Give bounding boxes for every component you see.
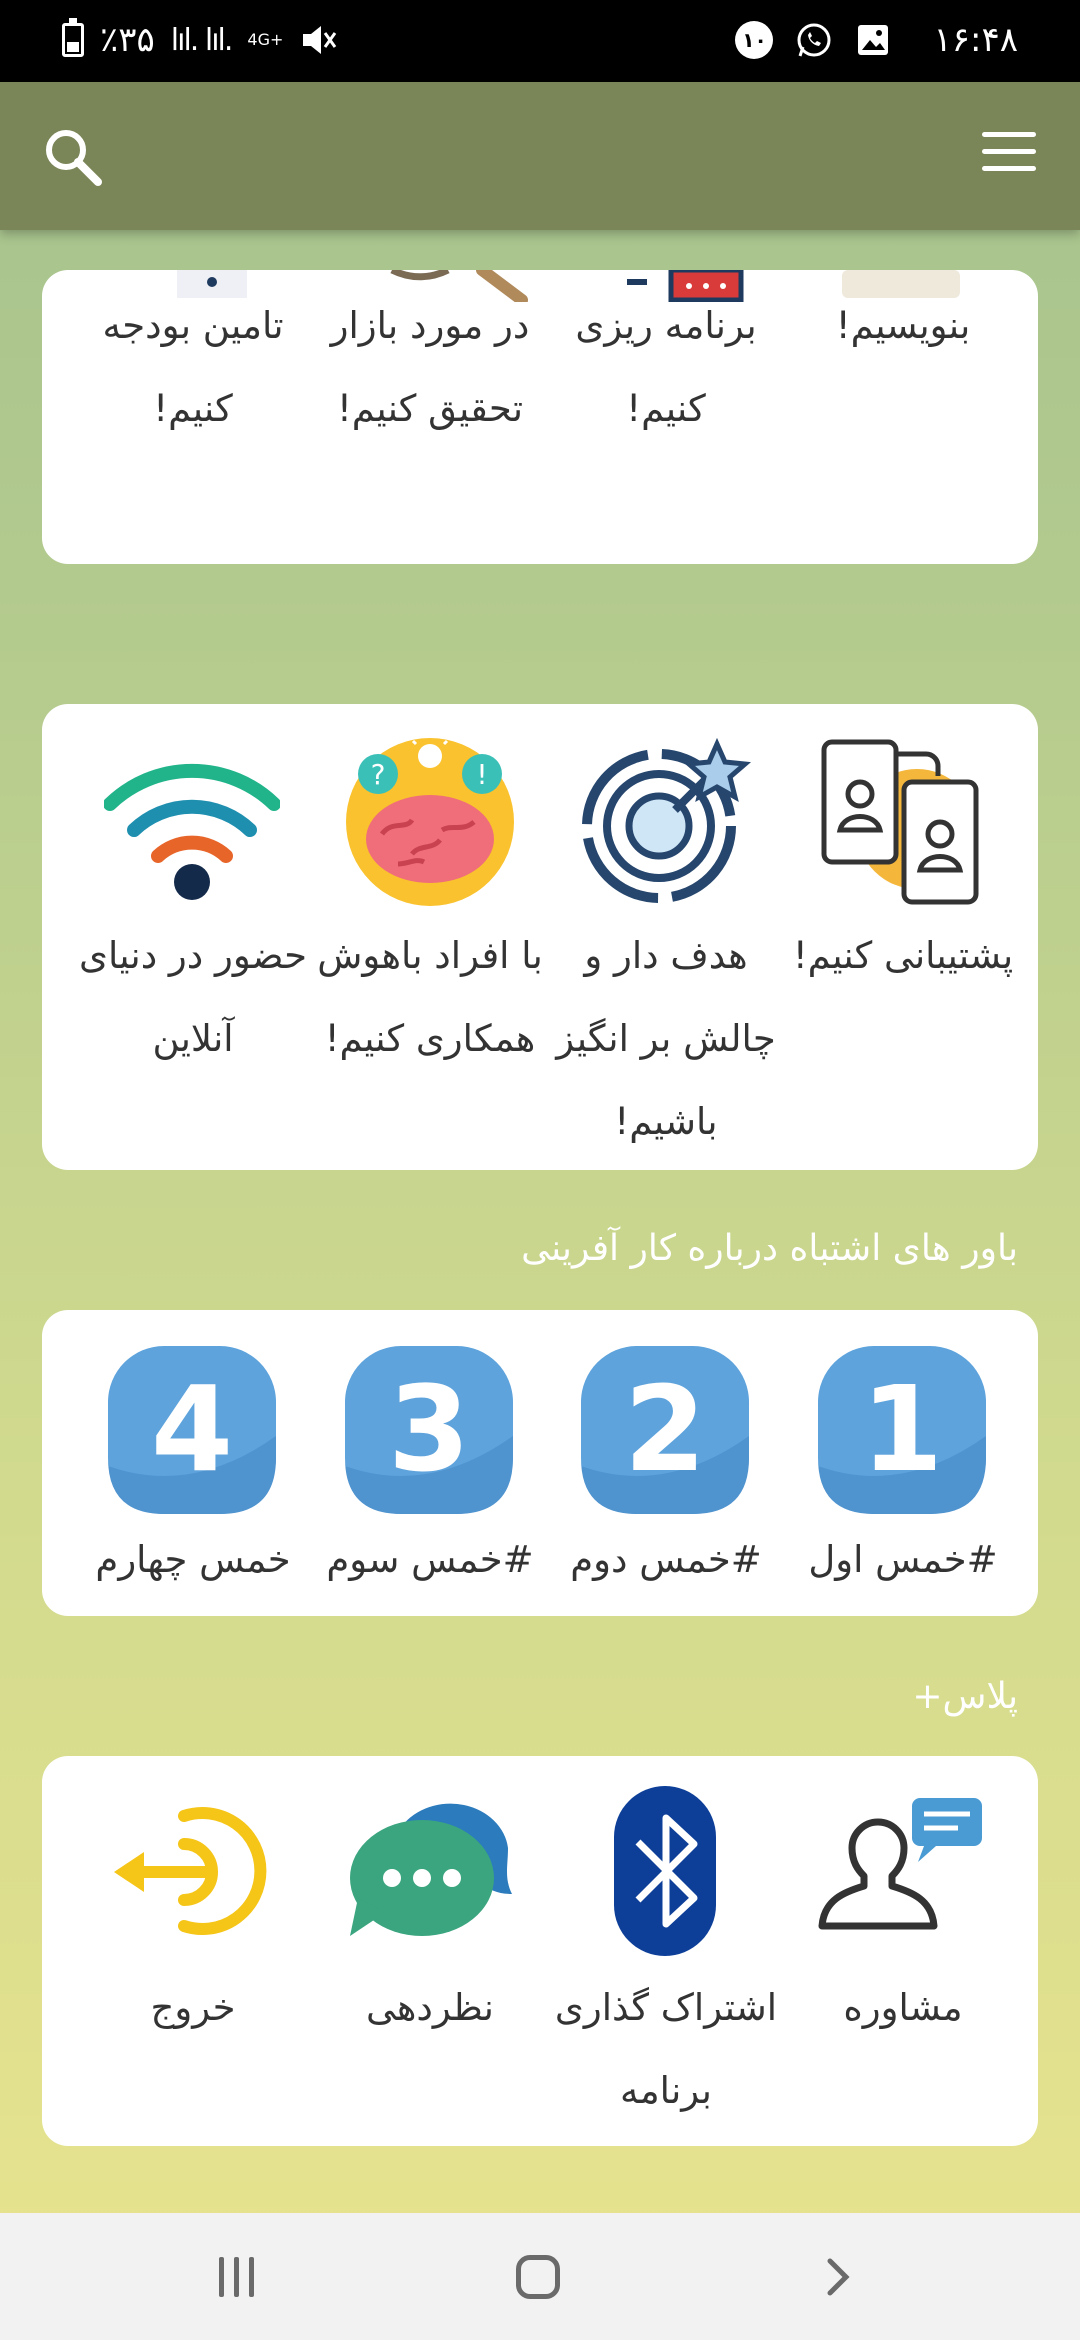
back-icon[interactable] bbox=[820, 2257, 860, 2297]
item-label: #خمس اول bbox=[808, 1538, 998, 1581]
search-icon[interactable] bbox=[40, 124, 106, 190]
item-myth-4[interactable]: خمس چهارم bbox=[75, 1518, 311, 1601]
system-nav-bar bbox=[0, 2213, 1080, 2340]
item-label: #خمس سوم bbox=[326, 1538, 534, 1581]
item-label: برنامه ریزی کنیم! bbox=[575, 304, 757, 430]
item-myth-2[interactable]: #خمس دوم bbox=[548, 1518, 784, 1601]
card-success-tips: ? ! پشتیبانی کنیم! هدف دار و چالش بر انگ… bbox=[42, 704, 1038, 1170]
card-business-plan: بنویسیم! برنامه ریزی کنیم! در مورد بازار… bbox=[42, 270, 1038, 564]
signal-icon: lıl. lıl. bbox=[170, 22, 234, 58]
consult-user-icon[interactable] bbox=[812, 1786, 988, 1936]
item-exit[interactable]: خروج bbox=[75, 1966, 311, 2049]
mobile-support-icon[interactable] bbox=[812, 734, 988, 910]
number-badge-icon: 2 bbox=[581, 1346, 749, 1514]
item-market-research[interactable]: در مورد بازار تحقیق کنیم! bbox=[312, 284, 548, 450]
battery-level: ٪۳۵ bbox=[100, 20, 155, 60]
brain-icon[interactable]: ? ! bbox=[342, 734, 518, 910]
item-label: خمس چهارم bbox=[95, 1538, 291, 1581]
target-goal-icon[interactable] bbox=[577, 734, 753, 910]
item-label: نظردهی bbox=[366, 1986, 494, 2029]
app-toolbar bbox=[0, 82, 1080, 230]
svg-text:!: ! bbox=[476, 758, 487, 791]
item-myth-3[interactable]: #خمس سوم bbox=[312, 1518, 548, 1601]
menu-icon[interactable] bbox=[982, 132, 1036, 180]
badge-3[interactable]: 3 bbox=[345, 1346, 513, 1514]
svg-text:3: 3 bbox=[388, 1360, 470, 1498]
battery-icon bbox=[62, 18, 84, 57]
item-label: در مورد بازار تحقیق کنیم! bbox=[330, 304, 530, 430]
item-label: پشتیبانی کنیم! bbox=[792, 934, 1014, 977]
item-label: هدف دار و چالش بر انگیز باشیم! bbox=[556, 934, 776, 1143]
badge-2[interactable]: 2 bbox=[581, 1346, 749, 1514]
mute-icon bbox=[303, 26, 337, 54]
item-label: خروج bbox=[150, 1986, 236, 2029]
item-online-presence[interactable]: حضور در دنیای آنلاین bbox=[75, 914, 311, 1080]
item-feedback[interactable]: نظردهی bbox=[312, 1966, 548, 2049]
card-plus: مشاوره اشتراک گذاری برنامه نظردهی خروج bbox=[42, 1756, 1038, 2146]
svg-text:4: 4 bbox=[151, 1360, 233, 1498]
whatsapp-icon bbox=[797, 23, 831, 57]
home-icon[interactable] bbox=[516, 2255, 560, 2299]
number-badge-icon: 3 bbox=[345, 1346, 513, 1514]
notification-badge: ۱۰ bbox=[735, 21, 774, 59]
svg-text:1: 1 bbox=[861, 1360, 943, 1498]
exit-icon[interactable] bbox=[104, 1786, 280, 1956]
item-write[interactable]: بنویسیم! bbox=[785, 284, 1021, 367]
item-label: اشتراک گذاری برنامه bbox=[554, 1986, 778, 2112]
item-label: تامین بودجه کنیم! bbox=[102, 304, 284, 430]
item-planning[interactable]: برنامه ریزی کنیم! bbox=[548, 284, 784, 450]
item-label: #خمس دوم bbox=[570, 1538, 762, 1581]
item-label: حضور در دنیای آنلاین bbox=[79, 934, 307, 1060]
item-share-app[interactable]: اشتراک گذاری برنامه bbox=[548, 1966, 784, 2132]
gallery-icon bbox=[858, 25, 889, 55]
section-title-plus: پلاس+ bbox=[912, 1676, 1018, 1717]
item-consult[interactable]: مشاوره bbox=[785, 1966, 1021, 2049]
status-bar: ٪۳۵ lıl. lıl. 4G+ ۱۰ ۱۶:۴۸ bbox=[0, 0, 1080, 82]
status-left: ٪۳۵ lıl. lıl. 4G+ bbox=[62, 18, 337, 60]
item-funding[interactable]: تامین بودجه کنیم! bbox=[75, 284, 311, 450]
item-myth-1[interactable]: #خمس اول bbox=[785, 1518, 1021, 1601]
wifi-icon[interactable] bbox=[104, 734, 280, 910]
svg-text:2: 2 bbox=[624, 1360, 706, 1498]
bluetooth-icon[interactable] bbox=[610, 1786, 720, 1956]
badge-1[interactable]: 1 bbox=[818, 1346, 986, 1514]
item-label: با افراد باهوش همکاری کنیم! bbox=[317, 934, 543, 1060]
item-support[interactable]: پشتیبانی کنیم! bbox=[785, 914, 1021, 997]
status-right: ۱۰ ۱۶:۴۸ bbox=[735, 20, 1018, 60]
clock: ۱۶:۴۸ bbox=[933, 20, 1018, 60]
network-type: 4G+ bbox=[247, 30, 284, 49]
badge-4[interactable]: 4 bbox=[108, 1346, 276, 1514]
item-label: بنویسیم! bbox=[835, 304, 971, 347]
item-goal-oriented[interactable]: هدف دار و چالش بر انگیز باشیم! bbox=[548, 914, 784, 1163]
card-myths: 1 2 3 4 #خمس اول #خمس دوم #خمس سوم خمس چ… bbox=[42, 1310, 1038, 1616]
item-smart-collab[interactable]: با افراد باهوش همکاری کنیم! bbox=[312, 914, 548, 1080]
number-badge-icon: 4 bbox=[108, 1346, 276, 1514]
item-label: مشاوره bbox=[843, 1986, 963, 2029]
chat-bubbles-icon[interactable] bbox=[342, 1786, 518, 1956]
recents-icon[interactable] bbox=[217, 2257, 257, 2297]
section-title-myths: باور های اشتباه درباره کار آفرینی bbox=[521, 1228, 1018, 1269]
svg-text:?: ? bbox=[371, 758, 386, 791]
number-badge-icon: 1 bbox=[818, 1346, 986, 1514]
